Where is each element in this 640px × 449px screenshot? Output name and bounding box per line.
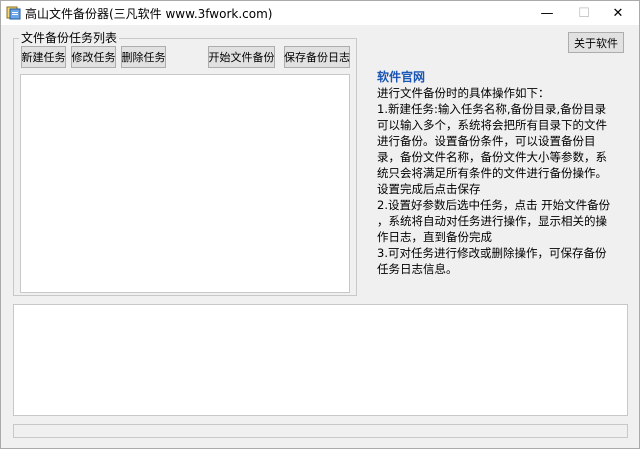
app-window: 高山文件备份器(三凡软件 www.3fwork.com) — ☐ ✕ 文件备份任… bbox=[0, 0, 640, 449]
instructions-panel: 软件官网 进行文件备份时的具体操作如下： 1.新建任务:输入任务名称,备份目录,… bbox=[377, 69, 613, 277]
title-bar: 高山文件备份器(三凡软件 www.3fwork.com) — ☐ ✕ bbox=[1, 1, 639, 25]
instruction-line: 1.新建任务:输入任务名称,备份目录,备份目录可以输入多个，系统将会把所有目录下… bbox=[377, 102, 607, 196]
start-backup-button[interactable]: 开始文件备份 bbox=[208, 46, 275, 68]
app-icon bbox=[6, 6, 21, 20]
task-group-label: 文件备份任务列表 bbox=[19, 29, 120, 46]
window-title: 高山文件备份器(三凡软件 www.3fwork.com) bbox=[25, 7, 273, 21]
edit-task-button[interactable]: 修改任务 bbox=[71, 46, 116, 68]
log-output-area[interactable] bbox=[13, 304, 628, 416]
instruction-line: 进行文件备份时的具体操作如下： bbox=[377, 86, 550, 100]
close-button[interactable]: ✕ bbox=[595, 1, 640, 25]
task-list[interactable] bbox=[20, 74, 350, 293]
status-bar bbox=[13, 424, 628, 438]
save-log-button[interactable]: 保存备份日志 bbox=[284, 46, 350, 68]
website-link[interactable]: 软件官网 bbox=[377, 69, 613, 85]
instruction-line: 3.可对任务进行修改或删除操作，可保存备份任务日志信息。 bbox=[377, 246, 607, 276]
new-task-button[interactable]: 新建任务 bbox=[21, 46, 66, 68]
delete-task-button[interactable]: 删除任务 bbox=[121, 46, 166, 68]
about-button[interactable]: 关于软件 bbox=[568, 32, 624, 53]
instruction-line: 2.设置好参数后选中任务，点击 开始文件备份 ，系统将自动对任务进行操作，显示相… bbox=[377, 198, 611, 244]
